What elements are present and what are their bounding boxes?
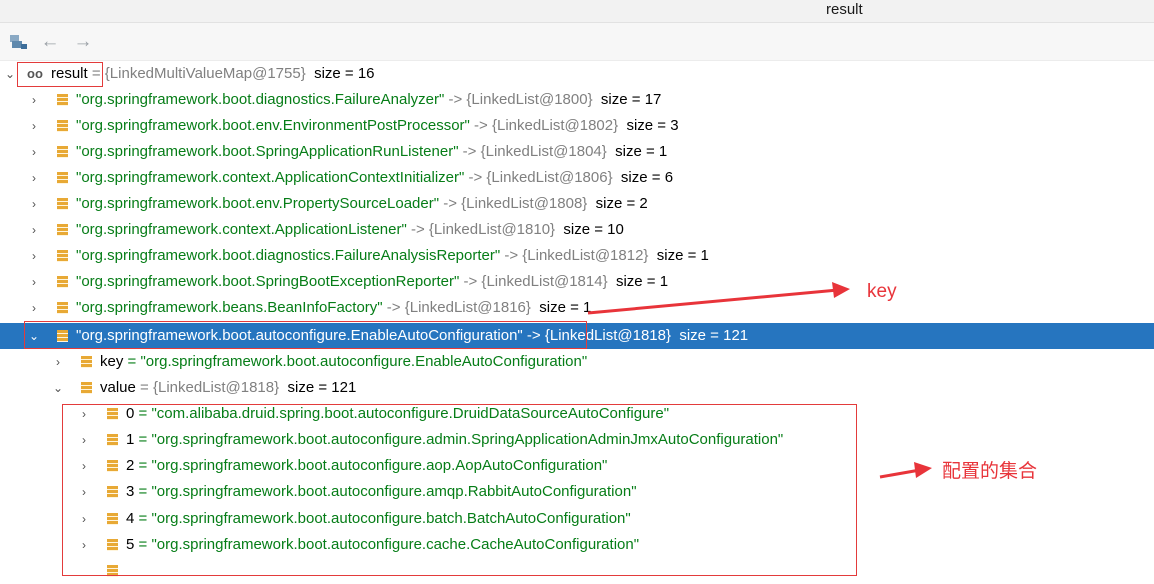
annotation-label-key: key [867, 281, 897, 302]
annotation-label-collection: 配置的集合 [942, 461, 1038, 482]
arrow-to-collection [879, 462, 932, 479]
arrow-to-key [587, 282, 850, 315]
